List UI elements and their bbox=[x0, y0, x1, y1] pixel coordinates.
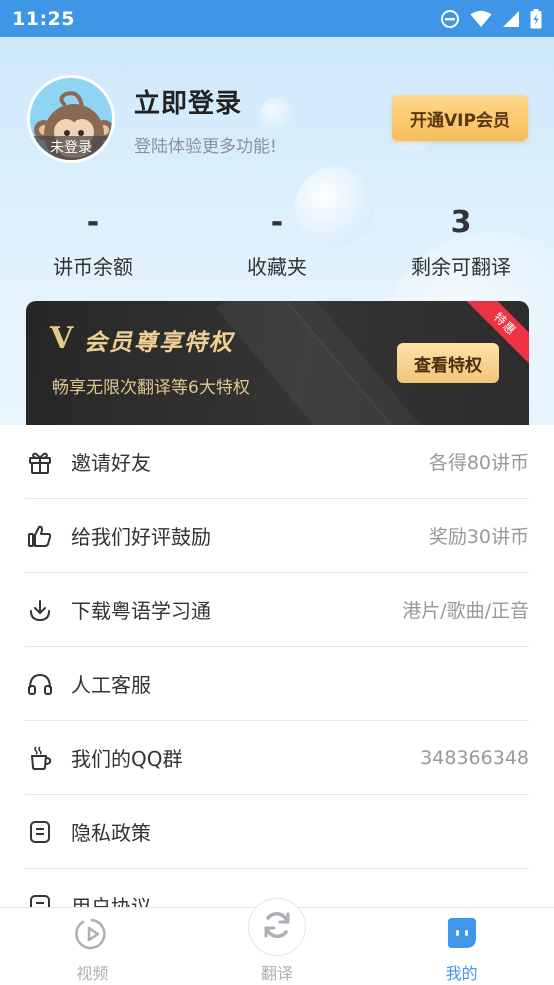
wifi-icon bbox=[470, 10, 492, 28]
download-icon bbox=[25, 595, 55, 625]
login-status-badge: 未登录 bbox=[30, 136, 112, 160]
battery-icon bbox=[530, 8, 542, 29]
decorative-bubble bbox=[260, 97, 296, 133]
refresh-icon bbox=[259, 907, 295, 947]
avatar[interactable]: 未登录 bbox=[27, 75, 115, 163]
login-subtitle: 登陆体验更多功能! bbox=[134, 137, 277, 157]
thumbs-up-icon bbox=[25, 521, 55, 551]
signal-icon bbox=[502, 10, 520, 28]
nav-tab-mine[interactable]: 我的 bbox=[369, 908, 554, 985]
stat-label: 讲币余额 bbox=[53, 255, 133, 279]
stat-value: 3 bbox=[450, 205, 472, 240]
menu-extra: 奖励30讲币 bbox=[428, 526, 529, 548]
menu-extra: 348366348 bbox=[420, 746, 529, 769]
nav-tab-translate[interactable]: 翻译 bbox=[185, 898, 370, 985]
vip-banner[interactable]: V 会员尊享特权 畅享无限次翻译等6大特权 查看特权 特惠 bbox=[26, 301, 529, 425]
stat-label: 剩余可翻译 bbox=[411, 255, 511, 279]
menu-item-rate-us[interactable]: 给我们好评鼓励 奖励30讲币 bbox=[25, 499, 529, 573]
stat-favorites[interactable]: - 收藏夹 bbox=[202, 205, 352, 280]
vip-logo: V bbox=[50, 321, 74, 356]
menu-extra: 各得80讲币 bbox=[428, 452, 529, 474]
nav-label: 翻译 bbox=[261, 964, 294, 983]
settings-menu: 邀请好友 各得80讲币 给我们好评鼓励 奖励30讲币 下载粤语学习通 港片/歌曲… bbox=[0, 425, 554, 943]
menu-item-customer-service[interactable]: 人工客服 bbox=[25, 647, 529, 721]
menu-label: 我们的QQ群 bbox=[71, 747, 183, 771]
headphones-icon bbox=[25, 669, 55, 699]
menu-label: 给我们好评鼓励 bbox=[71, 525, 211, 549]
nav-label: 我的 bbox=[445, 964, 478, 983]
login-title[interactable]: 立即登录 bbox=[134, 83, 242, 120]
vip-banner-title: 会员尊享特权 bbox=[84, 330, 234, 356]
menu-label: 下载粤语学习通 bbox=[71, 599, 211, 623]
status-bar: 11:25 bbox=[0, 0, 554, 37]
status-time: 11:25 bbox=[12, 7, 75, 30]
gift-icon bbox=[25, 447, 55, 477]
stat-value: - bbox=[270, 205, 284, 240]
menu-label: 隐私政策 bbox=[71, 821, 151, 845]
bottom-nav: 视频 翻译 我的 bbox=[0, 898, 554, 985]
menu-label: 人工客服 bbox=[71, 673, 151, 697]
nav-tab-video[interactable]: 视频 bbox=[0, 908, 185, 985]
profile-icon bbox=[444, 916, 480, 956]
menu-item-qq-group[interactable]: 我们的QQ群 348366348 bbox=[25, 721, 529, 795]
menu-item-invite-friends[interactable]: 邀请好友 各得80讲币 bbox=[25, 425, 529, 499]
nav-label: 视频 bbox=[76, 964, 109, 983]
menu-item-privacy-policy[interactable]: 隐私政策 bbox=[25, 795, 529, 869]
coffee-cup-icon bbox=[25, 743, 55, 773]
do-not-disturb-icon bbox=[440, 9, 460, 29]
menu-item-download-app[interactable]: 下载粤语学习通 港片/歌曲/正音 bbox=[25, 573, 529, 647]
stat-label: 收藏夹 bbox=[247, 255, 307, 279]
view-privileges-button[interactable]: 查看特权 bbox=[397, 343, 499, 383]
status-icons bbox=[440, 8, 542, 29]
document-icon bbox=[25, 817, 55, 847]
stat-value: - bbox=[86, 205, 100, 240]
stat-coin-balance[interactable]: - 讲币余额 bbox=[18, 205, 168, 280]
play-icon bbox=[74, 916, 110, 956]
profile-header: 未登录 立即登录 登陆体验更多功能! 开通VIP会员 - 讲币余额 - 收藏夹 … bbox=[0, 37, 554, 425]
menu-extra: 港片/歌曲/正音 bbox=[402, 600, 529, 622]
vip-banner-description: 畅享无限次翻译等6大特权 bbox=[52, 378, 250, 398]
translate-button[interactable] bbox=[248, 898, 306, 956]
open-vip-button[interactable]: 开通VIP会员 bbox=[392, 95, 528, 141]
menu-label: 邀请好友 bbox=[71, 451, 151, 475]
stat-remaining-translations[interactable]: 3 剩余可翻译 bbox=[386, 205, 536, 280]
